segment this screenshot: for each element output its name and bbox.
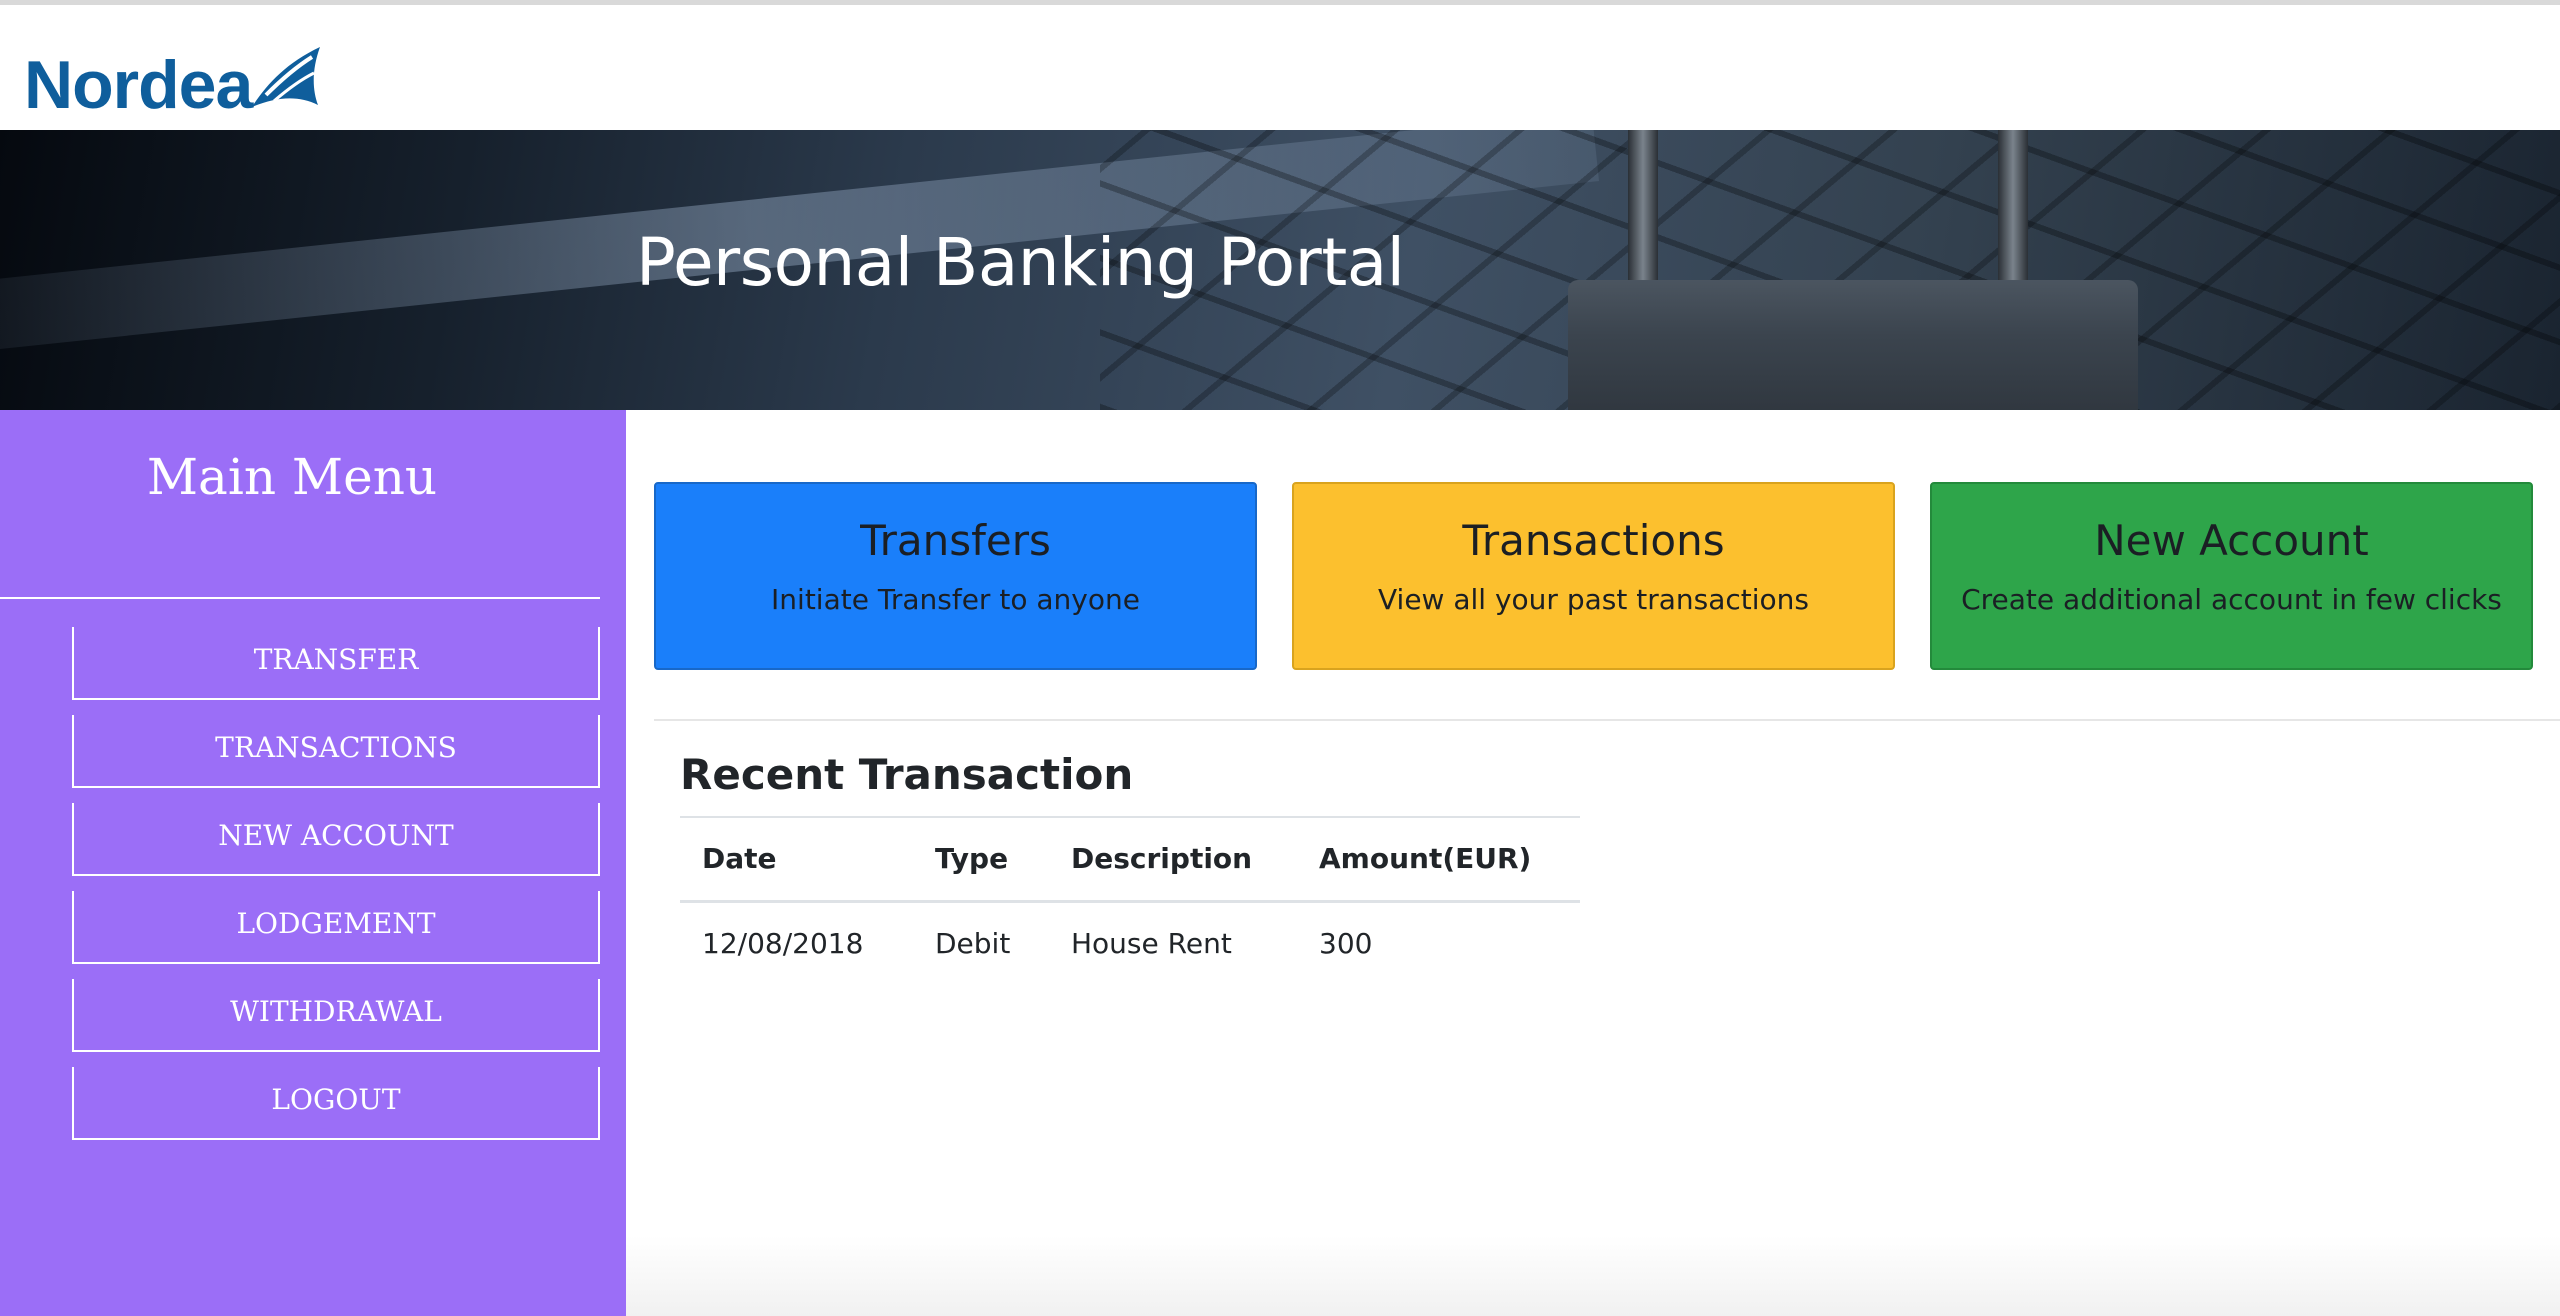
cell-description: House Rent: [1071, 927, 1232, 961]
logo-wordmark: Nordea: [24, 47, 253, 123]
card-title: Transfers: [860, 516, 1051, 565]
nordea-logo[interactable]: Nordea: [24, 29, 326, 119]
column-header-amount: Amount(EUR): [1319, 842, 1532, 876]
cell-date: 12/08/2018: [702, 927, 864, 961]
section-divider: [654, 719, 2560, 721]
column-header-description: Description: [1071, 842, 1253, 876]
recent-transactions-table: Date Type Description Amount(EUR) 12/08/…: [680, 816, 1580, 985]
cell-amount: 300: [1319, 927, 1373, 961]
sidebar-title: Main Menu: [146, 448, 438, 506]
sail-logo-icon: [252, 47, 321, 107]
sidebar: Main Menu TRANSFER TRANSACTIONS NEW ACCO…: [0, 410, 626, 1316]
logo-bar: Nordea: [0, 5, 2560, 130]
hero-banner: Personal Banking Portal: [0, 130, 2560, 410]
bottom-shadow: [626, 1236, 2560, 1316]
sidebar-divider: [0, 597, 600, 599]
table-row: 12/08/2018 Debit House Rent 300: [680, 901, 1580, 985]
card-subtitle: View all your past transactions: [1378, 583, 1809, 616]
column-header-date: Date: [702, 842, 777, 876]
card-title: Transactions: [1462, 516, 1725, 565]
sidebar-item-new-account[interactable]: NEW ACCOUNT: [72, 803, 600, 876]
recent-transaction-heading: Recent Transaction: [680, 750, 1134, 799]
transactions-card[interactable]: Transactions View all your past transact…: [1292, 482, 1895, 670]
table-header-row: Date Type Description Amount(EUR): [680, 817, 1580, 901]
main-content: Transfers Initiate Transfer to anyone Tr…: [626, 410, 2560, 1316]
cell-type: Debit: [935, 927, 1011, 961]
card-subtitle: Create additional account in few clicks: [1961, 583, 2502, 616]
column-header-type: Type: [935, 842, 1009, 876]
sidebar-item-transfer[interactable]: TRANSFER: [72, 627, 600, 700]
card-subtitle: Initiate Transfer to anyone: [771, 583, 1140, 616]
transfers-card[interactable]: Transfers Initiate Transfer to anyone: [654, 482, 1257, 670]
sidebar-item-transactions[interactable]: TRANSACTIONS: [72, 715, 600, 788]
padlock-icon: [1568, 280, 2138, 410]
action-cards: Transfers Initiate Transfer to anyone Tr…: [654, 482, 2560, 670]
sidebar-item-logout[interactable]: LOGOUT: [72, 1067, 600, 1140]
card-title: New Account: [2094, 516, 2369, 565]
new-account-card[interactable]: New Account Create additional account in…: [1930, 482, 2533, 670]
page-title: Personal Banking Portal: [636, 224, 1405, 301]
sidebar-item-withdrawal[interactable]: WITHDRAWAL: [72, 979, 600, 1052]
sidebar-item-lodgement[interactable]: LODGEMENT: [72, 891, 600, 964]
main-menu: TRANSFER TRANSACTIONS NEW ACCOUNT LODGEM…: [72, 627, 600, 1155]
